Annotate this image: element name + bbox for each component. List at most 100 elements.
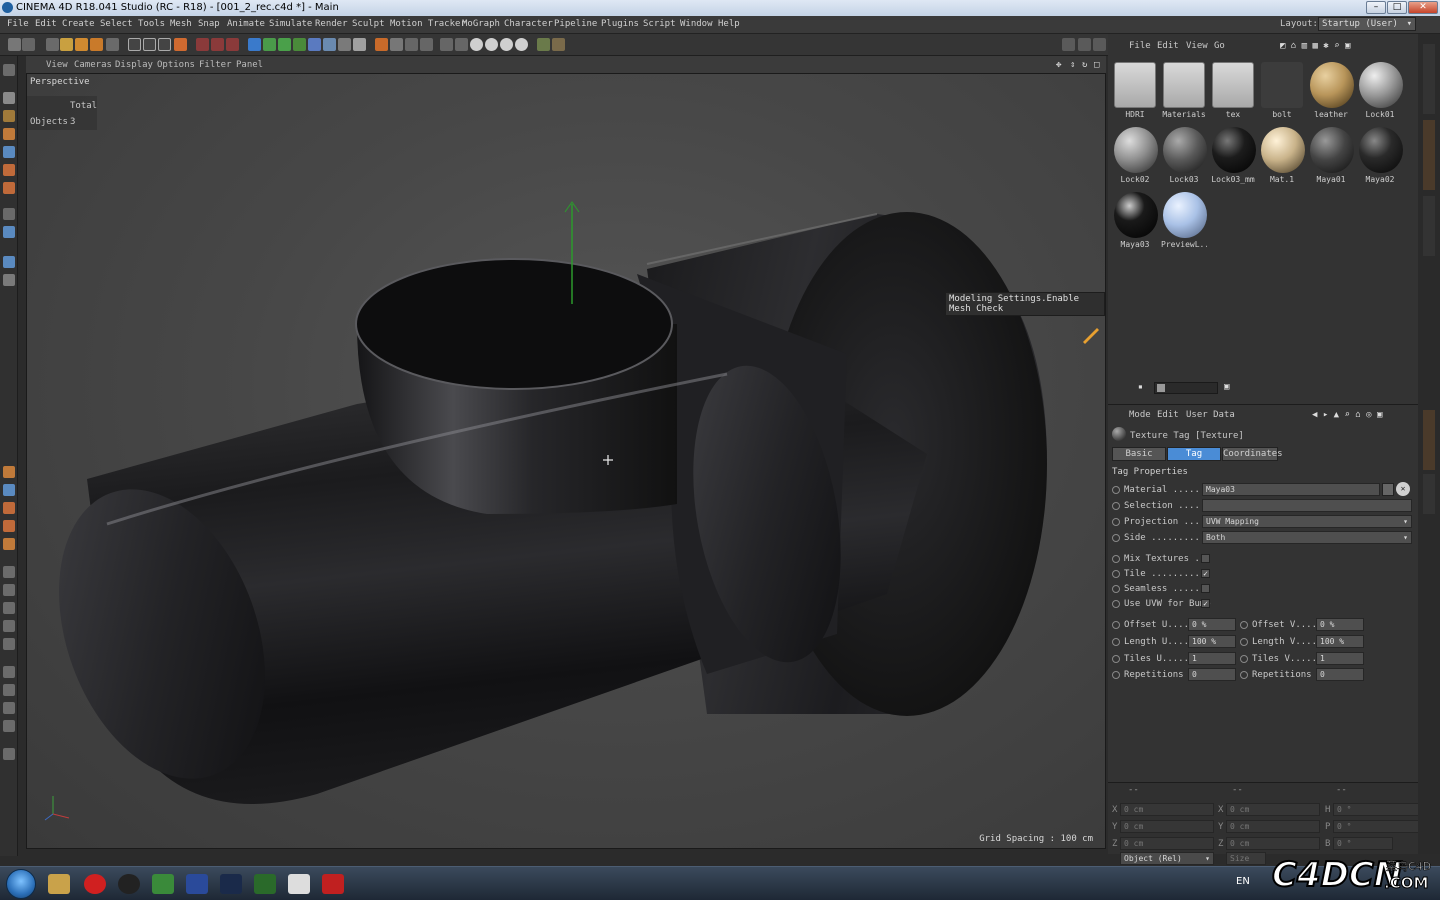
tab-attributes-vertical[interactable] [1423,410,1435,470]
tool-brush-icon[interactable] [3,666,15,678]
material-link-field[interactable]: Maya03 [1202,483,1380,496]
cb-item-previewl[interactable]: PreviewL... [1161,190,1207,250]
animate-dot-icon[interactable] [1112,637,1120,646]
tool-slide-icon[interactable] [3,584,15,596]
array-generator-icon[interactable] [293,38,306,51]
cb-item-lock03-mm[interactable]: Lock03_mm [1210,125,1256,185]
paint-icon[interactable] [552,38,565,51]
menu-pipeline[interactable]: Pipeline [554,19,597,29]
viewport-menu-display[interactable]: Display [115,60,153,70]
snapping-icon[interactable] [515,38,528,51]
tool-extrude-icon[interactable] [3,520,15,532]
tool-mirror-icon[interactable] [3,684,15,696]
rotate-tool-icon[interactable] [90,38,103,51]
maximize-button[interactable]: □ [1387,1,1407,14]
selection-field[interactable] [1202,499,1412,512]
animate-dot-icon[interactable] [1112,554,1120,563]
animate-dot-icon[interactable] [1112,533,1120,542]
tool-bridge-icon[interactable] [3,502,15,514]
cb-item-bolt[interactable]: bolt [1259,60,1305,120]
cb-menu-edit[interactable]: Edit [1157,41,1179,51]
redo-icon[interactable] [22,38,35,51]
cb-item-lock02[interactable]: Lock02 [1112,125,1158,185]
x-axis-lock-icon[interactable] [128,38,141,51]
tab-layers-vertical[interactable] [1423,474,1435,514]
menu-animate[interactable]: Animate [227,19,265,29]
render-settings-icon[interactable] [226,38,239,51]
panel-options-icon[interactable] [1078,38,1091,51]
tool-workplane-icon[interactable] [3,128,15,140]
tile-checkbox[interactable]: ✓ [1201,569,1210,578]
cb-item-lock01[interactable]: Lock01 [1357,60,1403,120]
length-u-field[interactable]: 100 % [1188,635,1236,648]
tweak-mode-icon[interactable] [500,38,513,51]
tool-arrange-icon[interactable] [3,702,15,714]
tool-planar-icon[interactable] [3,274,15,286]
repetitions-v-field[interactable]: 0 [1316,668,1364,681]
side-dropdown[interactable]: Both ▾ [1202,531,1412,544]
tab-objects-vertical[interactable] [1423,44,1435,114]
viewport-menu-cameras[interactable]: Cameras [74,60,112,70]
material-link-options-icon[interactable] [1382,483,1394,496]
menu-file[interactable]: File [7,19,29,29]
animate-dot-icon[interactable] [1240,637,1248,646]
tool-model-icon[interactable] [3,92,15,104]
cb-large-icon[interactable]: ▣ [1224,382,1236,394]
menu-edit[interactable]: Edit [35,19,57,29]
menu-render[interactable]: Render [315,19,348,29]
close-button[interactable]: ✕ [1408,1,1438,14]
scale-tool-icon[interactable] [75,38,88,51]
menu-motion-tracker[interactable]: Motion Tracker [390,19,466,29]
tab-content-browser-vertical[interactable] [1423,120,1435,190]
cb-item-maya02[interactable]: Maya02 [1357,125,1403,185]
tool-knife-icon[interactable] [3,484,15,496]
c4d-taskbar-icon[interactable] [220,874,242,894]
animate-dot-icon[interactable] [1112,501,1120,510]
tool-workplane-lock-icon[interactable] [3,256,15,268]
tool-weld-icon[interactable] [3,602,15,614]
animate-dot-icon[interactable] [1112,654,1120,663]
viewport-maximize-icon[interactable]: □ [1094,60,1099,70]
animate-dot-icon[interactable] [1112,599,1120,608]
perspective-viewport[interactable]: Perspective Total Objects 3 Modeling Set… [26,73,1106,849]
points-mode-icon[interactable] [440,38,453,51]
cb-menu-file[interactable]: File [1129,41,1151,51]
cb-item-maya03[interactable]: Maya03 [1112,190,1158,250]
select-tool-icon[interactable] [46,38,59,51]
menu-tools[interactable]: Tools [138,19,165,29]
menu-select[interactable]: Select [100,19,133,29]
tool-edges-icon[interactable] [3,164,15,176]
tool-bevel-icon[interactable] [3,538,15,550]
tool-points-icon[interactable] [3,146,15,158]
tool-magnet-icon[interactable] [3,620,15,632]
cb-item-leather[interactable]: leather [1308,60,1354,120]
utility-taskbar-icon[interactable] [152,874,174,894]
animate-dot-icon[interactable] [1112,670,1120,679]
material-link-clear-icon[interactable]: ✕ [1396,482,1410,496]
texture-mode-icon[interactable] [405,38,418,51]
cb-item-mat1[interactable]: Mat.1 [1259,125,1305,185]
make-editable-icon[interactable] [375,38,388,51]
menu-plugins[interactable]: Plugins [601,19,639,29]
cb-item-materials[interactable]: Materials [1161,60,1207,120]
menu-window[interactable]: Window [680,19,713,29]
start-button-icon[interactable] [6,869,36,899]
z-axis-lock-icon[interactable] [158,38,171,51]
tool-polygons-icon[interactable] [3,182,15,194]
coord-rot-b-field[interactable]: 0 ° [1333,837,1393,850]
animate-dot-icon[interactable] [1240,670,1248,679]
attr-menu-mode[interactable]: Mode [1129,410,1151,420]
tab-tag[interactable]: Tag [1167,447,1221,461]
pen-spline-icon[interactable] [263,38,276,51]
edges-mode-icon[interactable] [455,38,468,51]
cb-small-icon[interactable]: ▪ [1138,382,1148,392]
camera-icon[interactable] [338,38,351,51]
coord-mode-dropdown[interactable]: Object (Rel) ▾ [1120,852,1214,865]
bend-deformer-icon[interactable] [308,38,321,51]
attr-nav-icons[interactable]: ◀ ▸ ▲ ⌕ ⌂ ◎ ▣ [1312,410,1382,420]
uvw-bump-checkbox[interactable]: ✓ [1201,599,1210,608]
light-icon[interactable] [353,38,366,51]
viewport-menu-filter[interactable]: Filter [199,60,232,70]
slider-handle[interactable] [1157,384,1165,392]
sculpt-brush-icon[interactable] [537,38,550,51]
